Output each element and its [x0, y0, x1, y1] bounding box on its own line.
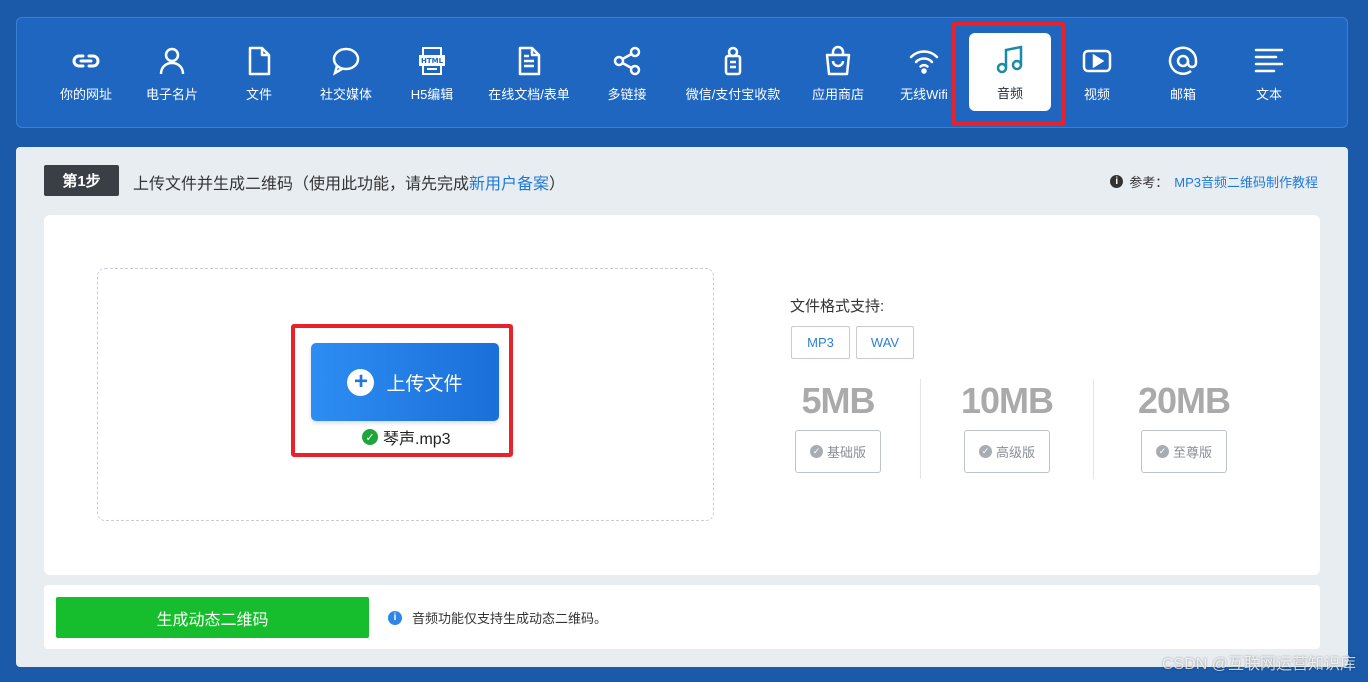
upload-file-button[interactable]: + 上传文件 — [311, 343, 499, 421]
info-icon: i — [1110, 175, 1124, 188]
divider — [1093, 379, 1094, 479]
step-badge: 第1步 — [44, 165, 119, 196]
check-circle-icon: ✓ — [362, 429, 378, 445]
generate-qr-button[interactable]: 生成动态二维码 — [56, 597, 369, 638]
check-icon: ✓ — [809, 445, 823, 458]
nav-item-label: 邮箱 — [1169, 87, 1196, 102]
nav-item-label: 多链接 — [607, 87, 647, 102]
dropzone[interactable]: + 上传文件 ✓ 琴声.mp3 — [97, 268, 714, 521]
share-icon — [610, 44, 644, 78]
nav-item-label: 电子名片 — [145, 87, 198, 102]
tier-basic-button[interactable]: ✓ 基础版 — [794, 430, 881, 473]
format-tag-mp3: MP3 — [791, 326, 850, 359]
text-lines-icon — [1252, 44, 1286, 78]
step-instruction: 上传文件并生成二维码（使用此功能，请先完成新用户备案） — [133, 176, 566, 193]
active-tab-highlight — [952, 22, 1065, 126]
top-nav: 你的网址 电子名片 文件 社交媒体 HTML H5编辑 在线文档/表单 多链接 — [16, 17, 1348, 128]
tier-advanced-button[interactable]: ✓ 高级版 — [963, 430, 1050, 473]
document-icon — [512, 44, 546, 78]
chat-bubble-icon — [329, 44, 363, 78]
nav-item-label: 文本 — [1255, 87, 1282, 102]
nav-item-video[interactable]: 视频 — [1062, 34, 1132, 112]
nav-item-label: 无线Wifi — [900, 87, 948, 102]
check-icon: ✓ — [978, 445, 992, 458]
nav-item-label: 应用商店 — [811, 87, 864, 102]
nav-item-online-doc[interactable]: 在线文档/表单 — [477, 34, 581, 112]
payment-icon — [716, 44, 750, 78]
nav-item-label: 视频 — [1083, 87, 1110, 102]
size-limit: 20MB — [1137, 380, 1231, 421]
nav-item-label: 在线文档/表单 — [488, 87, 570, 102]
tutorial-link[interactable]: MP3音频二维码制作教程 — [1174, 172, 1318, 191]
watermark: CSDN @互联网运营知识库 — [1161, 656, 1356, 673]
nav-item-website[interactable]: 你的网址 — [51, 34, 121, 112]
at-sign-icon — [1166, 44, 1200, 78]
main-panel: 第1步 上传文件并生成二维码（使用此功能，请先完成新用户备案） i 参考： MP… — [16, 147, 1348, 667]
shopping-bag-icon — [821, 44, 855, 78]
nav-item-label: 微信/支付宝收款 — [685, 87, 781, 102]
nav-item-social-media[interactable]: 社交媒体 — [311, 34, 381, 112]
nav-item-wifi[interactable]: 无线Wifi — [889, 34, 959, 112]
html-file-icon: HTML — [415, 44, 449, 78]
tier-premium: 20MB ✓ 至尊版 — [1099, 380, 1269, 473]
nav-item-label: H5编辑 — [410, 87, 454, 102]
tier-advanced: 10MB ✓ 高级版 — [922, 380, 1092, 473]
nav-item-payment[interactable]: 微信/支付宝收款 — [672, 34, 794, 112]
file-icon — [242, 44, 276, 78]
generate-note: i 音频功能仅支持生成动态二维码。 — [388, 608, 607, 627]
plus-icon: + — [347, 368, 375, 396]
reference: i 参考： MP3音频二维码制作教程 — [1110, 172, 1318, 191]
nav-item-app-store[interactable]: 应用商店 — [803, 34, 873, 112]
nav-item-label: 文件 — [245, 87, 272, 102]
video-play-icon — [1080, 44, 1114, 78]
format-tag-wav: WAV — [856, 326, 914, 359]
size-limit: 5MB — [801, 380, 875, 421]
register-link[interactable]: 新用户备案 — [469, 176, 549, 193]
nav-item-business-card[interactable]: 电子名片 — [137, 34, 207, 112]
nav-item-multi-link[interactable]: 多链接 — [592, 34, 662, 112]
link-icon — [69, 44, 103, 78]
info-icon: i — [388, 610, 402, 625]
tier-premium-button[interactable]: ✓ 至尊版 — [1140, 430, 1227, 473]
check-icon: ✓ — [1155, 445, 1169, 458]
nav-item-text[interactable]: 文本 — [1234, 34, 1304, 112]
nav-item-label: 你的网址 — [59, 87, 112, 102]
size-limit: 10MB — [960, 380, 1054, 421]
wifi-icon — [907, 44, 941, 78]
nav-item-h5-editor[interactable]: HTML H5编辑 — [397, 34, 467, 112]
nav-item-file[interactable]: 文件 — [224, 34, 294, 112]
divider — [920, 379, 921, 479]
person-icon — [155, 44, 189, 78]
upload-card: + 上传文件 ✓ 琴声.mp3 文件格式支持: MP3 WAV 5MB ✓ 基础版… — [44, 215, 1320, 575]
generate-bar: 生成动态二维码 i 音频功能仅支持生成动态二维码。 — [44, 585, 1320, 649]
nav-item-email[interactable]: 邮箱 — [1148, 34, 1218, 112]
uploaded-file: ✓ 琴声.mp3 — [362, 425, 451, 449]
nav-item-label: 社交媒体 — [319, 87, 372, 102]
formats-label: 文件格式支持: — [790, 298, 885, 315]
tier-basic: 5MB ✓ 基础版 — [753, 380, 923, 473]
svg-text:HTML: HTML — [421, 57, 444, 65]
